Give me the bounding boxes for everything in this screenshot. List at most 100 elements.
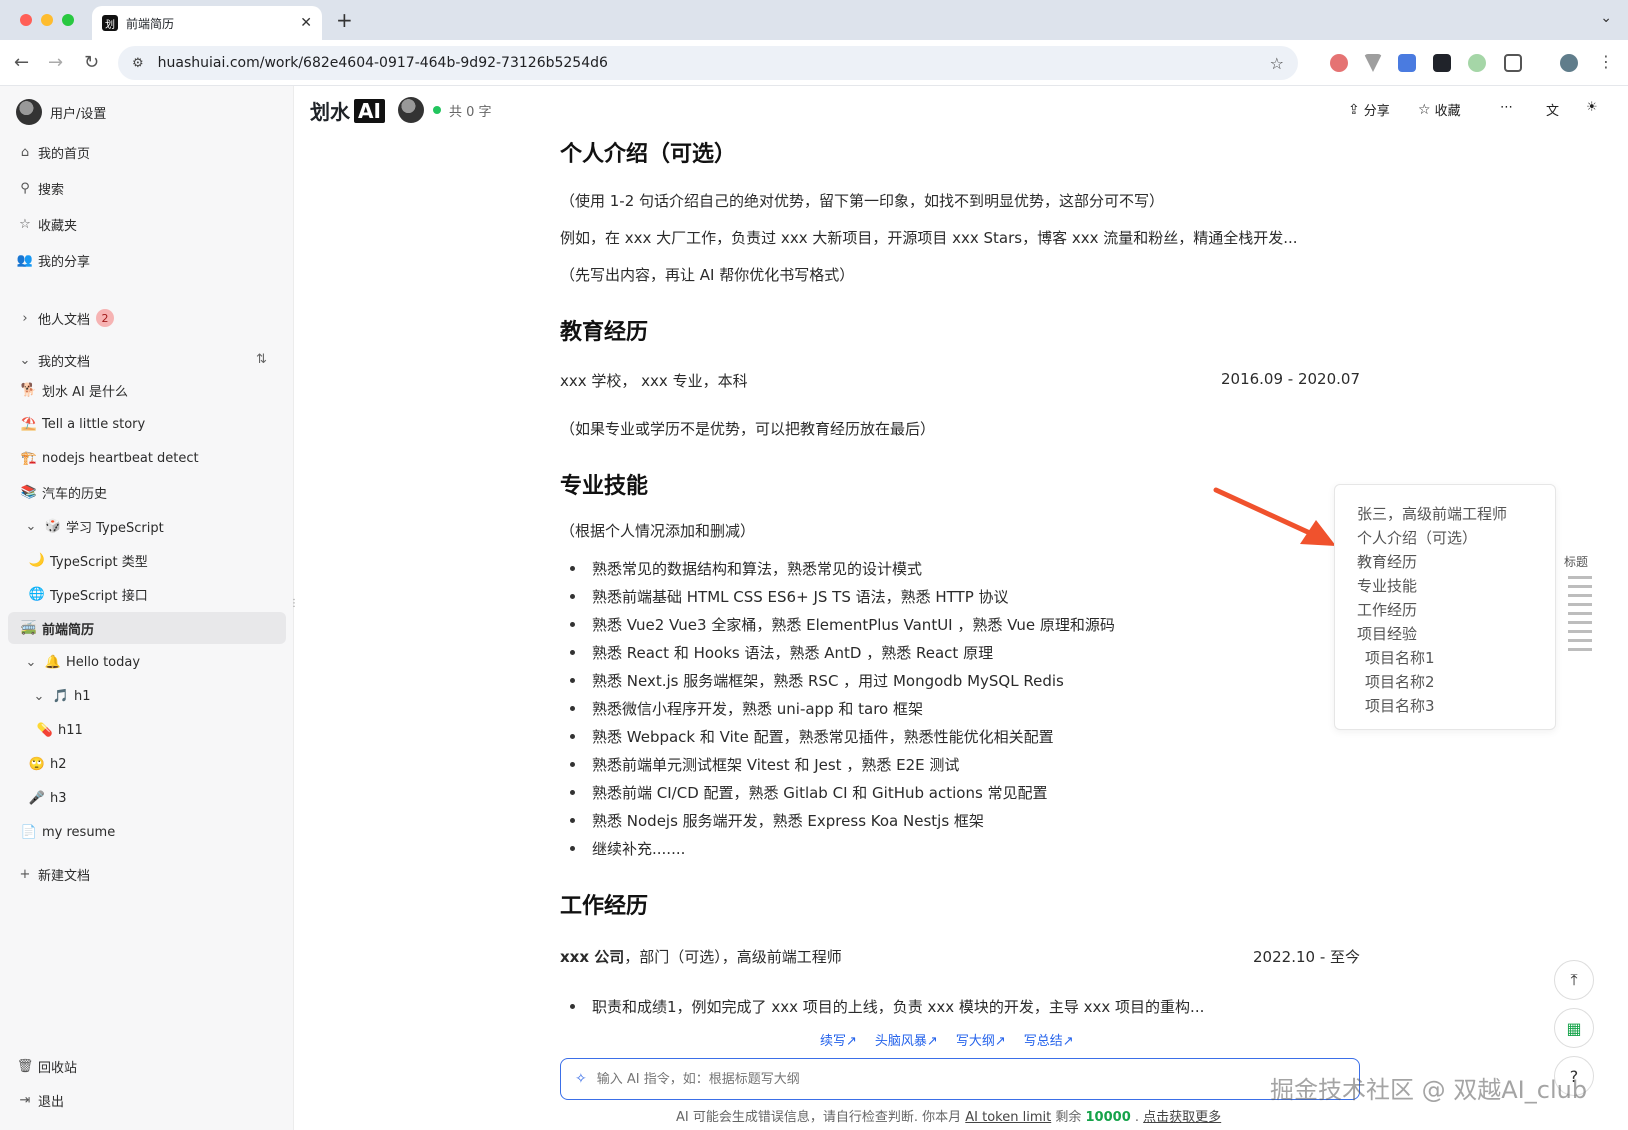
heading-work[interactable]: 工作经历: [560, 888, 648, 920]
education-date[interactable]: 2016.09 - 2020.07: [1221, 370, 1360, 388]
work-line[interactable]: xxx 公司，部门（可选），高级前端工程师: [560, 946, 842, 967]
extension-icon[interactable]: [1330, 54, 1348, 72]
browser-menu-icon[interactable]: ⋮: [1598, 52, 1614, 71]
list-item[interactable]: 职责和成绩1，例如完成了 xxx 项目的上线，负责 xxx 模块的开发，主导 x…: [560, 996, 1204, 1024]
list-item[interactable]: 熟悉 Nodejs 服务端开发，熟悉 Express Koa Nestjs 框架: [560, 810, 1115, 838]
doc-item[interactable]: ⌄ 🔔 Hello today: [22, 648, 141, 676]
doc-item[interactable]: 🐕 划水 AI 是什么: [20, 376, 128, 404]
doc-item[interactable]: 🌐 TypeScript 接口: [28, 580, 148, 608]
minimize-window-button[interactable]: [41, 14, 53, 26]
list-item[interactable]: 熟悉常见的数据结构和算法，熟悉常见的设计模式: [560, 558, 1115, 586]
trash-button[interactable]: 🗑 回收站: [16, 1052, 77, 1080]
new-tab-icon[interactable]: +: [336, 8, 353, 32]
puzzle-icon[interactable]: [1504, 54, 1522, 72]
list-item[interactable]: 继续补充.......: [560, 838, 1115, 866]
favorite-button[interactable]: ☆ 收藏: [1418, 100, 1461, 120]
translate-extension-icon[interactable]: [1398, 54, 1416, 72]
doc-item[interactable]: 🎤 h3: [28, 784, 67, 812]
ai-action-continue[interactable]: 续写↗: [820, 1030, 857, 1049]
new-doc-button[interactable]: + 新建文档: [16, 860, 90, 888]
forward-icon[interactable]: →: [48, 52, 63, 73]
share-button[interactable]: ⇪ 分享: [1348, 100, 1390, 120]
list-item[interactable]: 熟悉 Vue2 Vue3 全家桶，熟悉 ElementPlus VantUI ，…: [560, 614, 1115, 642]
url-text[interactable]: huashuiai.com/work/682e4604-0917-464b-9d…: [158, 55, 1270, 71]
ai-action-brainstorm[interactable]: 头脑风暴↗: [875, 1030, 938, 1049]
education-line[interactable]: xxx 学校， xxx 专业，本科: [560, 370, 748, 391]
sidebar-item-home[interactable]: ⌂ 我的首页: [16, 138, 90, 166]
paragraph[interactable]: 例如，在 xxx 大厂工作，负责过 xxx 大新项目，开源项目 xxx Star…: [560, 227, 1298, 248]
chevron-down-icon[interactable]: ⌄: [1600, 10, 1612, 26]
list-item[interactable]: 熟悉微信小程序开发，熟悉 uni-app 和 taro 框架: [560, 698, 1115, 726]
doc-item[interactable]: 🏗️ nodejs heartbeat detect: [20, 444, 199, 472]
extension-icon[interactable]: [1468, 54, 1486, 72]
list-item[interactable]: 熟悉 React 和 Hooks 语法，熟悉 AntD ，熟悉 React 原理: [560, 642, 1115, 670]
back-icon[interactable]: ←: [14, 52, 29, 73]
url-box[interactable]: ⚙ huashuiai.com/work/682e4604-0917-464b-…: [118, 46, 1298, 80]
sidebar-item-search[interactable]: ⚲ 搜索: [16, 174, 64, 202]
scroll-top-button[interactable]: ⤒: [1554, 960, 1594, 1000]
profile-avatar-icon[interactable]: [1560, 54, 1578, 72]
toc-item[interactable]: 工作经历: [1357, 599, 1555, 623]
heading-intro[interactable]: 个人介绍（可选）: [560, 136, 736, 168]
theme-toggle-button[interactable]: ☀: [1586, 100, 1598, 115]
extension-icon[interactable]: [1364, 54, 1382, 72]
list-item[interactable]: 熟悉前端单元测试框架 Vitest 和 Jest ，熟悉 E2E 测试: [560, 754, 1115, 782]
doc-item[interactable]: ⛱️ Tell a little story: [20, 410, 145, 438]
toc-item[interactable]: 项目经验: [1357, 623, 1555, 647]
qr-code-button[interactable]: ▦: [1554, 1008, 1594, 1048]
toc-item[interactable]: 个人介绍（可选）: [1357, 527, 1555, 551]
sidebar-others-docs[interactable]: › 他人文档 2: [16, 304, 115, 332]
list-item[interactable]: 熟悉 Next.js 服务端框架，熟悉 RSC ，用过 Mongodb MySQ…: [560, 670, 1115, 698]
list-item[interactable]: 熟悉 Webpack 和 Vite 配置，熟悉常见插件，熟悉性能优化相关配置: [560, 726, 1115, 754]
chevron-down-icon[interactable]: ⌄: [22, 655, 40, 670]
paragraph[interactable]: （先写出内容，再让 AI 帮你优化书写格式）: [560, 264, 854, 285]
logout-button[interactable]: ⇥ 退出: [16, 1086, 64, 1114]
react-devtools-icon[interactable]: [1433, 54, 1451, 72]
chevron-down-icon[interactable]: ⌄: [22, 519, 40, 534]
toc-minimap[interactable]: [1568, 576, 1592, 657]
toc-item[interactable]: 教育经历: [1357, 551, 1555, 575]
close-window-button[interactable]: [20, 14, 32, 26]
paragraph[interactable]: （根据个人情况添加和删减）: [560, 520, 755, 541]
doc-item[interactable]: 🌙 TypeScript 类型: [28, 546, 148, 574]
ai-action-outline[interactable]: 写大纲↗: [956, 1030, 1006, 1049]
toc-item[interactable]: 专业技能: [1357, 575, 1555, 599]
site-settings-icon[interactable]: ⚙: [132, 56, 144, 71]
reload-icon[interactable]: ↻: [84, 52, 99, 73]
toc-subitem[interactable]: 项目名称2: [1357, 671, 1555, 695]
paragraph[interactable]: （使用 1-2 句话介绍自己的绝对优势，留下第一印象，如找不到明显优势，这部分可…: [560, 190, 1164, 211]
toc-subitem[interactable]: 项目名称1: [1357, 647, 1555, 671]
token-limit-link[interactable]: AI token limit: [965, 1110, 1051, 1125]
sidebar-item-favorites[interactable]: ☆ 收藏夹: [16, 210, 77, 238]
doc-item[interactable]: 💊 h11: [36, 716, 83, 744]
toc-item[interactable]: 张三，高级前端工程师: [1357, 503, 1555, 527]
get-more-link[interactable]: 点击获取更多: [1143, 1110, 1221, 1125]
doc-item[interactable]: 📄 my resume: [20, 818, 115, 846]
user-settings[interactable]: 用户/设置: [16, 98, 106, 126]
tab-close-icon[interactable]: ✕: [300, 15, 312, 31]
list-item[interactable]: 熟悉前端 CI/CD 配置，熟悉 Gitlab CI 和 GitHub acti…: [560, 782, 1115, 810]
heading-education[interactable]: 教育经历: [560, 314, 648, 346]
maximize-window-button[interactable]: [62, 14, 74, 26]
bookmark-star-icon[interactable]: ☆: [1270, 54, 1284, 73]
ai-command-box[interactable]: ✧: [560, 1058, 1360, 1100]
brand-logo[interactable]: 划水 AI: [310, 96, 385, 125]
doc-item[interactable]: 📚 汽车的历史: [20, 478, 107, 506]
more-button[interactable]: ⋯: [1500, 100, 1513, 115]
chevron-down-icon[interactable]: ⌄: [30, 689, 48, 704]
sidebar-item-shares[interactable]: 👥 我的分享: [16, 246, 90, 274]
paragraph[interactable]: （如果专业或学历不是优势，可以把教育经历放在最后）: [560, 418, 935, 439]
translate-button[interactable]: 文: [1546, 100, 1559, 119]
doc-item[interactable]: ⌄ 🎵 h1: [30, 682, 91, 710]
ai-command-input[interactable]: [596, 1071, 1345, 1087]
doc-item[interactable]: 🙄 h2: [28, 750, 67, 778]
ai-action-summary[interactable]: 写总结↗: [1024, 1030, 1074, 1049]
doc-item[interactable]: ⌄ 🎲 学习 TypeScript: [22, 512, 164, 540]
resize-handle[interactable]: ⋮: [289, 598, 299, 609]
list-item[interactable]: 熟悉前端基础 HTML CSS ES6+ JS TS 语法，熟悉 HTTP 协议: [560, 586, 1115, 614]
work-date[interactable]: 2022.10 - 至今: [1253, 946, 1360, 967]
sort-icon[interactable]: ⇅: [256, 352, 267, 367]
browser-tab[interactable]: 划 前端简历 ✕: [92, 6, 322, 40]
toc-subitem[interactable]: 项目名称3: [1357, 695, 1555, 719]
avatar[interactable]: [398, 97, 424, 123]
